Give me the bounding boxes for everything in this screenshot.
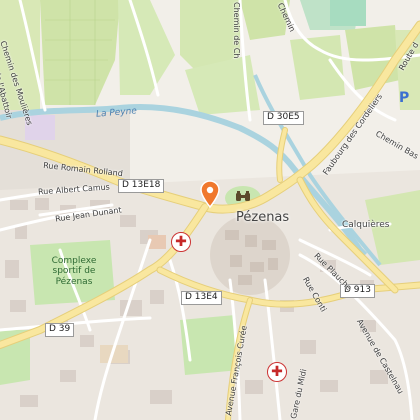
parking-glyph: P	[399, 90, 410, 106]
place-label-calquieres: Calquières	[342, 220, 390, 230]
town-label: Pézenas	[236, 210, 290, 225]
road-shield-d13e18: D 13E18	[118, 179, 165, 193]
health-cross-icon[interactable]: ✚	[171, 232, 191, 252]
health-cross-glyph: ✚	[175, 234, 187, 250]
road-shield-d39: D 39	[45, 323, 75, 337]
park-label: Complexe sportif de Pézenas	[51, 256, 97, 287]
map-view[interactable]: ✚ ✚ P Pézenas Calquières La Peyne Comple…	[0, 0, 420, 420]
road-shield-d30e5: D 30E5	[263, 111, 304, 125]
health-cross-glyph: ✚	[271, 364, 283, 380]
road-shield-d13e4: D 13E4	[181, 291, 222, 305]
map-pin-icon[interactable]	[199, 180, 221, 208]
map-canvas	[0, 0, 420, 420]
health-cross-icon[interactable]: ✚	[267, 362, 287, 382]
parking-icon[interactable]: P	[399, 90, 409, 106]
street-label: Chemin de Ch	[232, 2, 241, 59]
